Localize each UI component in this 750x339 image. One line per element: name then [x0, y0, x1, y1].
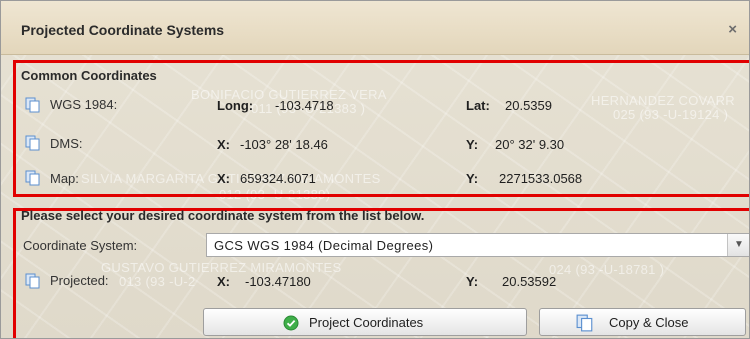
wgs1984-long-value[interactable]: -103.4718: [275, 98, 334, 113]
green-check-circle-icon: [283, 315, 299, 331]
dialog-title: Projected Coordinate Systems: [21, 22, 225, 38]
dms-y-axis: Y:: [466, 137, 479, 152]
wgs1984-long-axis: Long:: [217, 98, 254, 113]
projected-x-value[interactable]: -103.47180: [245, 274, 311, 289]
coordinate-system-label: Coordinate System:: [23, 238, 138, 253]
wgs1984-lat-value[interactable]: 20.5359: [505, 98, 552, 113]
map-y-value[interactable]: 2271533.0568: [499, 171, 582, 186]
copy-document-icon: [25, 170, 40, 186]
chevron-down-icon[interactable]: ▼: [727, 234, 749, 256]
project-coordinates-button[interactable]: Project Coordinates: [203, 308, 527, 336]
select-instruction: Please select your desired coordinate sy…: [21, 208, 425, 223]
projected-y-value[interactable]: 20.53592: [502, 274, 556, 289]
coordinate-system-select[interactable]: GCS WGS 1984 (Decimal Degrees) ▼: [206, 233, 749, 257]
dms-x-axis: X:: [217, 137, 230, 152]
copy-document-icon: [25, 97, 40, 113]
close-icon[interactable]: ×: [728, 21, 737, 38]
wgs1984-label: WGS 1984:: [50, 97, 118, 112]
common-coordinates-title: Common Coordinates: [21, 68, 157, 83]
copy-and-close-label: Copy & Close: [609, 315, 689, 330]
dms-y-value[interactable]: 20° 32' 9.30: [495, 137, 564, 152]
dms-label: DMS:: [50, 136, 83, 151]
copy-document-icon: [576, 314, 593, 332]
copy-document-icon: [25, 273, 40, 289]
copy-and-close-button[interactable]: Copy & Close: [539, 308, 746, 336]
copy-document-icon: [25, 135, 40, 151]
map-x-value[interactable]: 659324.6071: [240, 171, 316, 186]
wgs1984-lat-axis: Lat:: [466, 98, 490, 113]
coordinate-system-value: GCS WGS 1984 (Decimal Degrees): [214, 238, 434, 253]
map-x-axis: X:: [217, 171, 230, 186]
project-coordinates-label: Project Coordinates: [309, 315, 424, 330]
projected-label: Projected:: [50, 273, 109, 288]
projected-coordinate-systems-dialog: Projected Coordinate Systems × BONIFACIO…: [0, 0, 750, 339]
dialog-titlebar: Projected Coordinate Systems ×: [1, 1, 749, 55]
projected-x-axis: X:: [217, 274, 230, 289]
map-y-axis: Y:: [466, 171, 479, 186]
map-label: Map:: [50, 171, 79, 186]
projected-y-axis: Y:: [466, 274, 479, 289]
dms-x-value[interactable]: -103° 28' 18.46: [240, 137, 328, 152]
